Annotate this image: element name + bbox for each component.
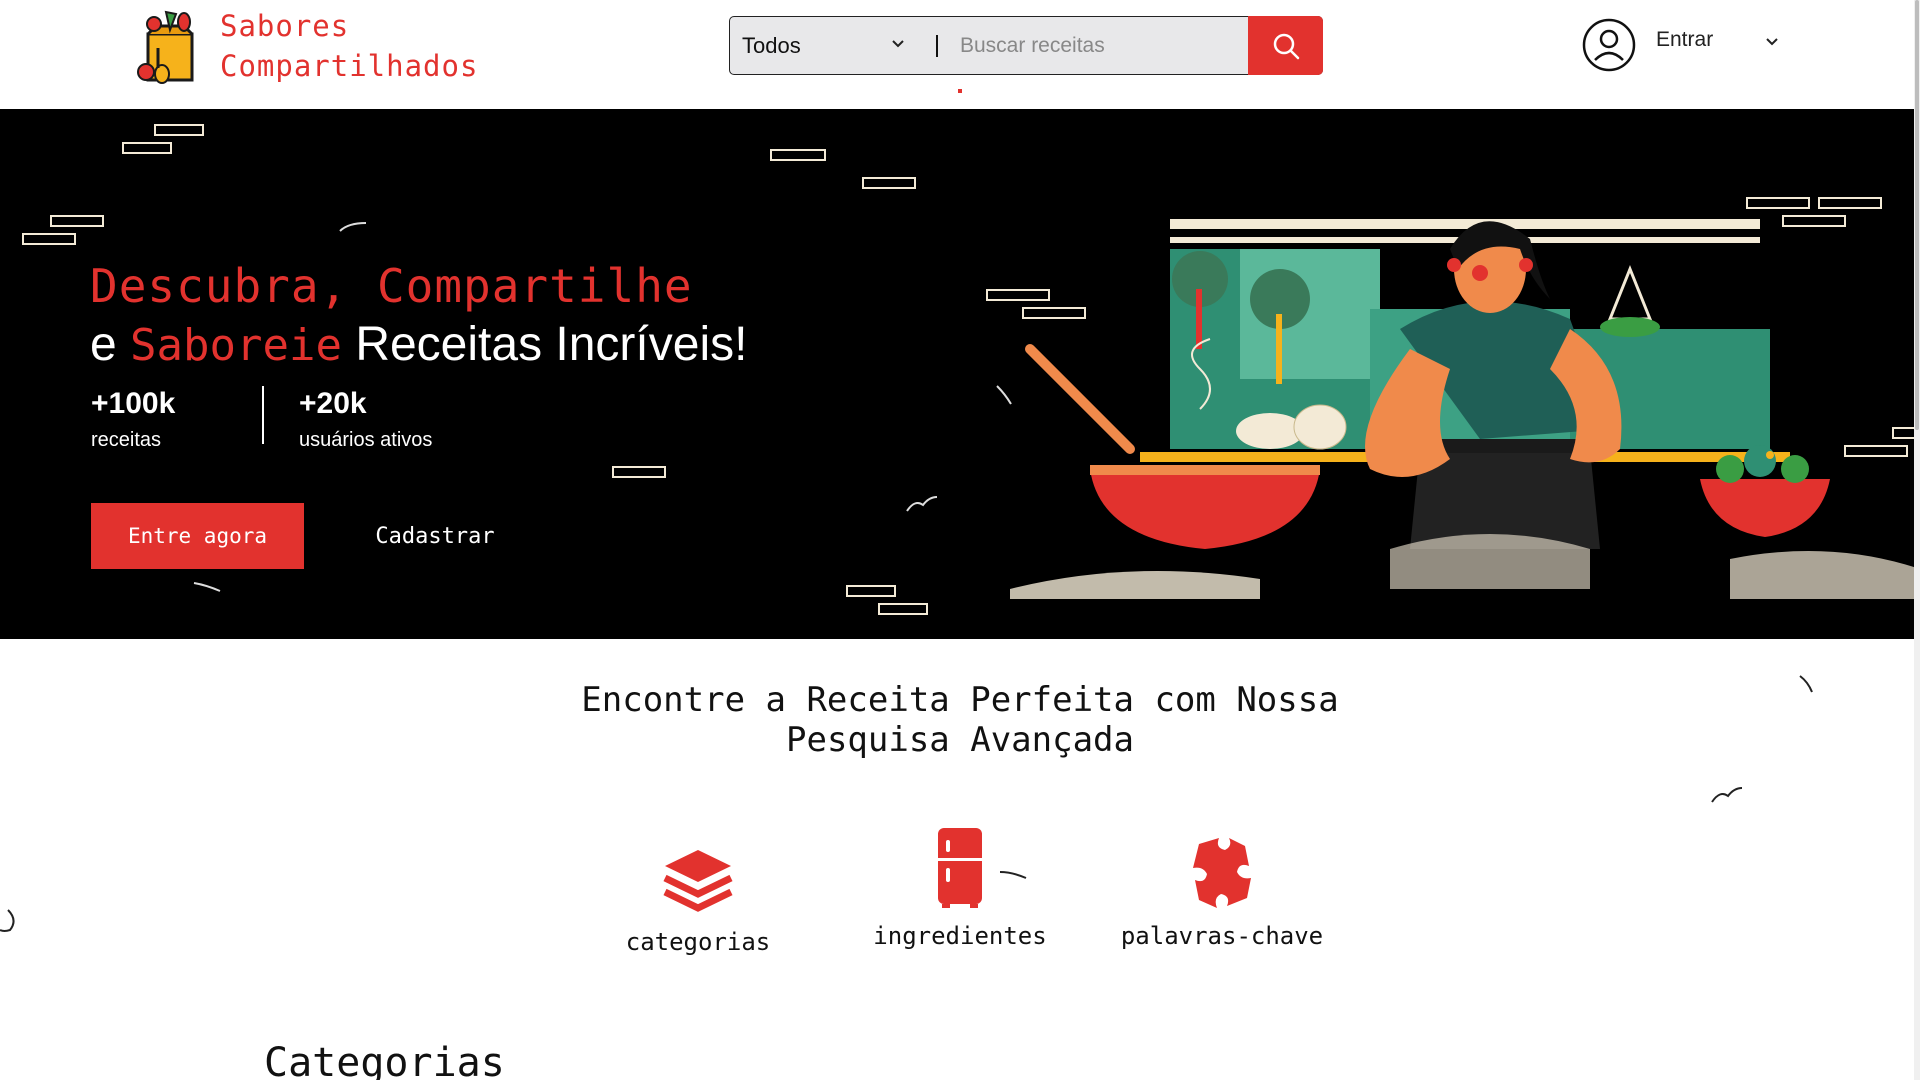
brand-line-2: Compartilhados	[220, 49, 479, 83]
category-select-value: Todos	[742, 32, 801, 58]
brand-name[interactable]: Sabores Compartilhados	[220, 6, 478, 86]
squiggle-decor	[339, 222, 367, 232]
brick-decor	[154, 124, 204, 136]
page-scrollbar[interactable]	[1914, 0, 1920, 1080]
brick-decor	[770, 149, 826, 161]
feature-ingredients[interactable]: ingredientes	[850, 826, 1070, 950]
feature-categories[interactable]: categorias	[588, 848, 808, 956]
squiggle-decor	[193, 582, 221, 592]
enter-now-button[interactable]: Entre agora	[91, 503, 304, 569]
brick-decor	[862, 177, 916, 189]
squiggle-decor	[906, 496, 938, 512]
stat-divider	[262, 386, 264, 444]
stat-users: +20k usuários ativos	[299, 387, 432, 452]
stat-value: +100k	[91, 387, 176, 420]
hero-title-accent: Saboreie	[130, 320, 342, 371]
stat-recipes: +100k receitas	[91, 387, 175, 452]
brick-decor	[122, 142, 172, 154]
site-header: Sabores Compartilhados Todos Entrar	[0, 0, 1920, 109]
search-bar: Todos	[729, 16, 1323, 75]
brand-line-1: Sabores	[220, 9, 350, 43]
brick-decor	[878, 603, 928, 615]
hero-banner: Descubra, Compartilhe e Saboreie Receita…	[0, 109, 1920, 639]
search-icon	[1273, 33, 1299, 59]
login-link[interactable]: Entrar	[1656, 28, 1713, 52]
chevron-down-icon	[892, 40, 904, 48]
logo-icon[interactable]	[136, 8, 204, 84]
categories-heading: Categorias	[264, 1040, 505, 1080]
hero-title-line-1: Descubra, Compartilhe	[90, 259, 693, 313]
user-icon[interactable]	[1582, 18, 1636, 72]
scrollbar-thumb[interactable]	[1915, 0, 1919, 430]
layers-icon	[663, 850, 733, 912]
feature-label: categorias	[625, 928, 771, 956]
feature-label: palavras-chave	[1120, 922, 1324, 950]
squiggle-decor	[0, 909, 15, 932]
stat-label: receitas	[91, 429, 162, 451]
advanced-search-title: Encontre a Receita Perfeita com Nossa Pe…	[581, 680, 1339, 760]
category-select[interactable]: Todos	[730, 17, 930, 74]
kitchen-illustration	[1010, 219, 1920, 599]
brick-decor	[22, 233, 76, 245]
decor-dot	[958, 89, 962, 93]
stat-value: +20k	[299, 387, 367, 420]
fridge-icon	[938, 828, 982, 908]
search-divider	[936, 35, 938, 57]
squiggle-decor	[1711, 787, 1743, 803]
search-button[interactable]	[1248, 16, 1323, 75]
brick-decor	[612, 466, 666, 478]
puzzle-icon	[1193, 838, 1251, 908]
stat-label: usuários ativos	[299, 429, 433, 451]
brick-decor	[846, 585, 896, 597]
squiggle-decor	[1799, 675, 1813, 693]
search-input[interactable]	[960, 17, 1280, 74]
hero-title-line-2: e Saboreie Receitas Incríveis!	[90, 317, 747, 372]
brick-decor	[50, 215, 104, 227]
feature-label: ingredientes	[873, 922, 1047, 950]
hero-title-suffix: Receitas Incríveis!	[355, 318, 748, 371]
register-button[interactable]: Cadastrar	[340, 503, 530, 569]
chevron-down-icon[interactable]	[1764, 34, 1780, 50]
feature-keywords[interactable]: palavras-chave	[1112, 836, 1332, 950]
hero-title-prefix: e	[90, 318, 117, 371]
